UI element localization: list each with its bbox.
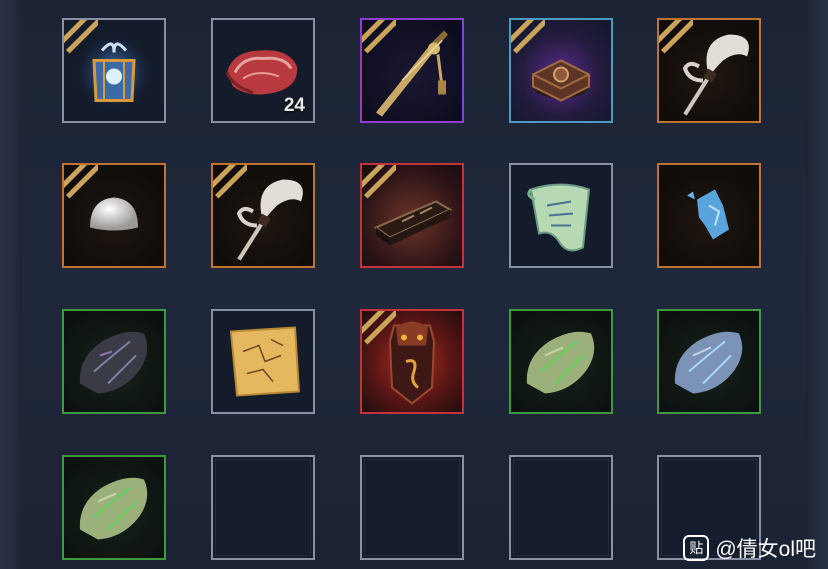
- slot-ornate-sword[interactable]: [360, 18, 464, 123]
- tieba-paw-icon: 贴: [683, 535, 710, 561]
- scroll-icon: [527, 183, 591, 252]
- watermark: 贴 @倩女ol吧: [683, 533, 816, 563]
- slot-green-ore-2[interactable]: [62, 455, 166, 560]
- gift-box-icon: [74, 32, 154, 113]
- treasure-map-icon: [229, 326, 301, 397]
- slot-scroll[interactable]: [509, 163, 613, 268]
- slot-ice-shard[interactable]: [657, 163, 761, 268]
- slot-horsetail-whisk-2[interactable]: [211, 163, 315, 268]
- item-quantity: 24: [283, 95, 305, 116]
- slot-horsetail-whisk[interactable]: [657, 18, 761, 123]
- slot-empty[interactable]: [509, 455, 613, 560]
- treasure-box-icon: [532, 59, 590, 102]
- slot-blue-ore[interactable]: [657, 309, 761, 414]
- blue-ore-icon: [674, 331, 743, 394]
- slot-white-pearl[interactable]: [62, 163, 166, 268]
- ice-shard-icon: [687, 189, 729, 240]
- wooden-case-icon: [373, 200, 453, 246]
- slot-wooden-case[interactable]: [360, 163, 464, 268]
- slot-dark-ore[interactable]: [62, 309, 166, 414]
- green-ore-icon: [526, 331, 595, 394]
- slot-treasure-map[interactable]: [211, 309, 315, 414]
- inventory-grid: 24: [0, 0, 828, 569]
- slot-gift-box[interactable]: [62, 18, 166, 123]
- slot-empty[interactable]: [360, 455, 464, 560]
- demon-plaque-icon: [388, 321, 436, 405]
- slot-demon-plaque[interactable]: [360, 309, 464, 414]
- slot-empty[interactable]: [211, 455, 315, 560]
- horsetail-whisk-icon: [236, 179, 303, 261]
- slot-treasure-box[interactable]: [509, 18, 613, 123]
- green-ore-icon: [79, 477, 148, 540]
- dark-ore-icon: [79, 331, 148, 394]
- slot-green-ore[interactable]: [509, 309, 613, 414]
- horsetail-whisk-icon: [682, 34, 749, 116]
- white-pearl-icon: [90, 197, 138, 231]
- watermark-text: @倩女ol吧: [715, 538, 816, 561]
- slot-raw-meat[interactable]: 24: [211, 18, 315, 123]
- ornate-sword-icon: [376, 30, 448, 117]
